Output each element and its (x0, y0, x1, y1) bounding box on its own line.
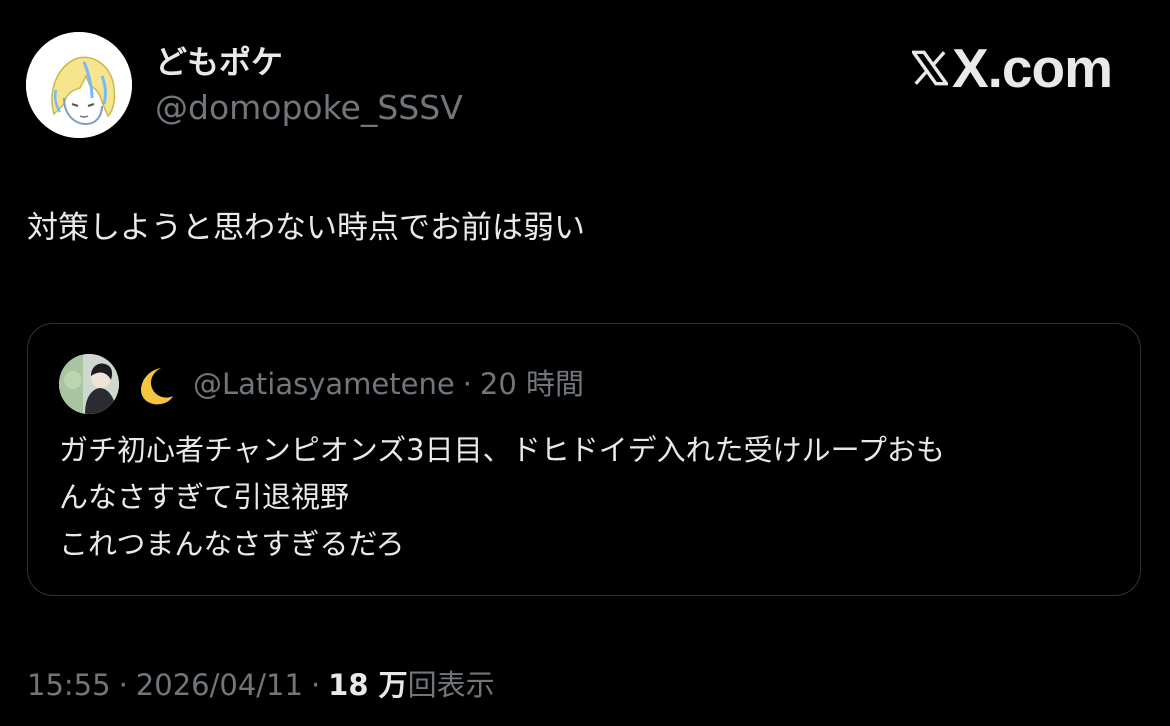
author-display-name[interactable]: どもポケ (155, 40, 283, 84)
tweet-text: 対策しようと思わない時点でお前は弱い (27, 210, 585, 246)
avatar-illustration-icon (26, 32, 132, 138)
quoted-tweet-text: ガチ初心者チャンピオンズ3日目、ドヒドイデ入れた受けループおも んなさすぎて引退… (59, 427, 1119, 568)
footer-separator: · (118, 668, 128, 702)
post-date[interactable]: 2026/04/11 (136, 668, 303, 702)
brand-text: X.com (951, 37, 1113, 99)
quoted-text-line: んなさすぎて引退視野 (59, 480, 350, 514)
footer-separator: · (310, 668, 321, 702)
quoted-text-line: ガチ初心者チャンピオンズ3日目、ドヒドイデ入れた受けループおも (59, 433, 945, 467)
quoted-handle[interactable]: @Latiasyametene (193, 367, 455, 401)
quoted-tweet[interactable]: @Latiasyametene · 20 時間 ガチ初心者チャンピオンズ3日目、ドヒ… (27, 323, 1141, 596)
tweet-card[interactable]: どもポケ @domopoke_SSSV X.com 対策しようと思わない時点でお… (0, 0, 1170, 726)
quoted-text-line: これつまんなさすぎるだろ (59, 527, 405, 561)
brand-watermark: X.com (912, 37, 1113, 99)
author-handle[interactable]: @domopoke_SSSV (155, 85, 463, 131)
crescent-moon-icon (141, 368, 173, 405)
quoted-meta: @Latiasyametene · 20 時間 (193, 362, 584, 406)
views-label: 回表示 (407, 668, 495, 702)
avatar-illustration-icon (59, 354, 119, 414)
meta-separator: · (462, 367, 472, 401)
author-avatar[interactable] (26, 32, 132, 138)
quoted-timestamp[interactable]: 20 時間 (480, 367, 584, 401)
tweet-footer: 15:55 · 2026/04/11 · 18 万回表示 (27, 662, 495, 708)
quoted-author-avatar[interactable] (59, 354, 119, 414)
post-time[interactable]: 15:55 (27, 668, 111, 702)
x-logo-icon (912, 50, 948, 86)
views-count[interactable]: 18 万 (328, 668, 407, 702)
